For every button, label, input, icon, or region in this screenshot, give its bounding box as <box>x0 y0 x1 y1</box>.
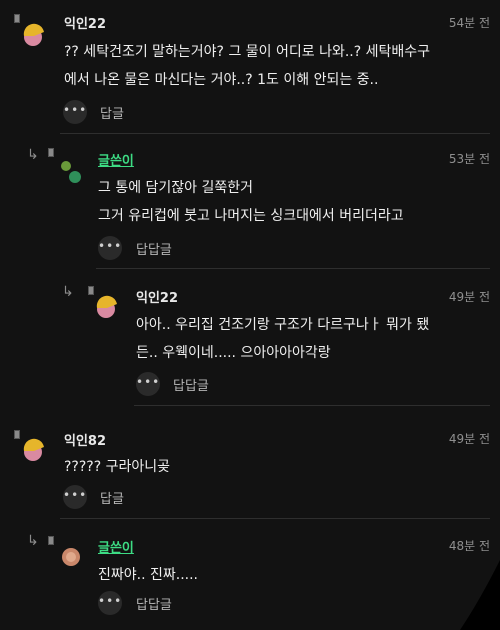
comment-body: 그 통에 담기잖아 길쭉한거 그거 유리컵에 붓고 나머지는 싱크대에서 버리더… <box>98 180 404 224</box>
comment-author[interactable]: 익인82 <box>64 430 106 449</box>
decorative-corner-shape <box>460 560 500 630</box>
more-options-button[interactable]: ••• <box>63 485 87 509</box>
reply-button[interactable]: 답답글 <box>136 594 172 613</box>
more-options-button[interactable]: ••• <box>98 236 122 260</box>
comment-time: 48분 전 <box>448 539 490 553</box>
more-options-button[interactable]: ••• <box>136 372 160 396</box>
badge-icon <box>48 148 54 157</box>
reply-arrow-icon: ↳ <box>62 284 74 300</box>
reply-arrow-icon: ↳ <box>27 533 39 549</box>
comment-body: 아아.. 우리집 건조기랑 구조가 다르구나ㅏ 뭐가 됐 든.. 우웩이네...… <box>136 317 430 361</box>
comment-author[interactable]: 익인22 <box>64 13 106 32</box>
divider <box>60 133 490 134</box>
comment-body: ?? 세탁건조기 말하는거야? 그 물이 어디로 나와..? 세탁배수구 에서 … <box>64 44 431 88</box>
reply-button[interactable]: 답답글 <box>173 375 209 394</box>
comment-author-writer[interactable]: 글쓴이 <box>98 537 134 556</box>
divider <box>96 268 490 269</box>
comment-time: 49분 전 <box>448 290 490 304</box>
reply-arrow-icon: ↳ <box>27 147 39 163</box>
divider <box>60 518 490 519</box>
badge-icon <box>48 536 54 545</box>
reply-button[interactable]: 답글 <box>100 488 124 507</box>
comment-time: 49분 전 <box>448 432 490 446</box>
comment-author[interactable]: 익인22 <box>136 287 178 306</box>
comment-body: 진짜야.. 진짜..... <box>98 567 199 583</box>
comment-time: 53분 전 <box>448 152 490 166</box>
comment-body: ????? 구라아니곶 <box>64 459 171 475</box>
avatar <box>62 548 80 566</box>
divider <box>134 405 490 406</box>
reply-button[interactable]: 답글 <box>100 103 124 122</box>
comment-time: 54분 전 <box>448 16 490 30</box>
comment-author-writer[interactable]: 글쓴이 <box>98 150 134 169</box>
avatar <box>96 295 117 318</box>
avatar <box>23 438 44 461</box>
reply-button[interactable]: 답답글 <box>136 239 172 258</box>
more-options-button[interactable]: ••• <box>98 591 122 615</box>
avatar <box>23 23 44 46</box>
avatar <box>61 161 81 183</box>
more-options-button[interactable]: ••• <box>63 100 87 124</box>
